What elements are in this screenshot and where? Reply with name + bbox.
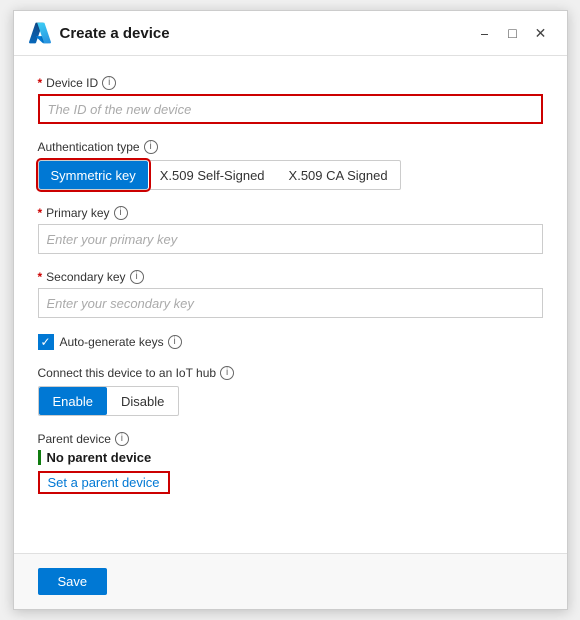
auth-type-label: Authentication type i (38, 140, 543, 154)
device-id-info-icon[interactable]: i (102, 76, 116, 90)
close-button[interactable]: ✕ (529, 21, 553, 45)
secondary-key-label-text: Secondary key (46, 270, 125, 284)
connect-label-text: Connect this device to an IoT hub (38, 366, 217, 380)
primary-key-info-icon[interactable]: i (114, 206, 128, 220)
primary-key-label: * Primary key i (38, 206, 543, 220)
auth-type-info-icon[interactable]: i (144, 140, 158, 154)
auto-generate-keys-checkbox[interactable]: ✓ (38, 334, 54, 350)
title-bar-left: Create a device (28, 21, 170, 45)
connect-enable-button[interactable]: Enable (39, 387, 107, 415)
auth-type-buttons: Symmetric key X.509 Self-Signed X.509 CA… (38, 160, 401, 190)
primary-key-input[interactable] (38, 224, 543, 254)
primary-key-label-text: Primary key (46, 206, 109, 220)
restore-button[interactable]: □ (501, 21, 525, 45)
required-star: * (38, 76, 43, 90)
checkmark-icon: ✓ (40, 336, 50, 348)
secondary-key-group: * Secondary key i (38, 270, 543, 318)
azure-logo-icon (28, 21, 52, 45)
parent-device-label: Parent device i (38, 432, 543, 446)
required-star-sk: * (38, 270, 43, 284)
auth-type-group: Authentication type i Symmetric key X.50… (38, 140, 543, 190)
connect-info-icon[interactable]: i (220, 366, 234, 380)
parent-device-group: Parent device i No parent device Set a p… (38, 432, 543, 494)
set-parent-device-button[interactable]: Set a parent device (38, 471, 170, 494)
dialog-title: Create a device (60, 25, 170, 42)
auto-generate-keys-info-icon[interactable]: i (168, 335, 182, 349)
device-id-input[interactable] (38, 94, 543, 124)
save-button[interactable]: Save (38, 568, 108, 595)
form-content: * Device ID i Authentication type i Symm… (14, 56, 567, 553)
secondary-key-input[interactable] (38, 288, 543, 318)
device-id-label-text: Device ID (46, 76, 98, 90)
auth-x509-ca-button[interactable]: X.509 CA Signed (277, 161, 400, 189)
connect-buttons: Enable Disable (38, 386, 180, 416)
minimize-button[interactable]: ⎯ (473, 21, 497, 45)
primary-key-group: * Primary key i (38, 206, 543, 254)
secondary-key-label: * Secondary key i (38, 270, 543, 284)
title-bar-controls: ⎯ □ ✕ (473, 21, 553, 45)
auto-generate-keys-group: ✓ Auto-generate keys i (38, 334, 543, 350)
auto-generate-keys-label-text: Auto-generate keys (60, 335, 164, 349)
connect-disable-button[interactable]: Disable (107, 387, 178, 415)
auth-symmetric-key-button[interactable]: Symmetric key (39, 161, 148, 189)
auto-generate-keys-label: Auto-generate keys i (60, 335, 182, 349)
connect-to-hub-group: Connect this device to an IoT hub i Enab… (38, 366, 543, 416)
secondary-key-info-icon[interactable]: i (130, 270, 144, 284)
title-bar: Create a device ⎯ □ ✕ (14, 11, 567, 56)
parent-device-label-text: Parent device (38, 432, 111, 446)
auth-x509-self-button[interactable]: X.509 Self-Signed (148, 161, 277, 189)
device-id-group: * Device ID i (38, 76, 543, 124)
connect-label: Connect this device to an IoT hub i (38, 366, 543, 380)
create-device-dialog: Create a device ⎯ □ ✕ * Device ID i Auth… (13, 10, 568, 610)
dialog-footer: Save (14, 553, 567, 609)
required-star-pk: * (38, 206, 43, 220)
no-parent-device-text: No parent device (38, 450, 543, 465)
device-id-label: * Device ID i (38, 76, 543, 90)
parent-device-info-icon[interactable]: i (115, 432, 129, 446)
auth-type-label-text: Authentication type (38, 140, 140, 154)
